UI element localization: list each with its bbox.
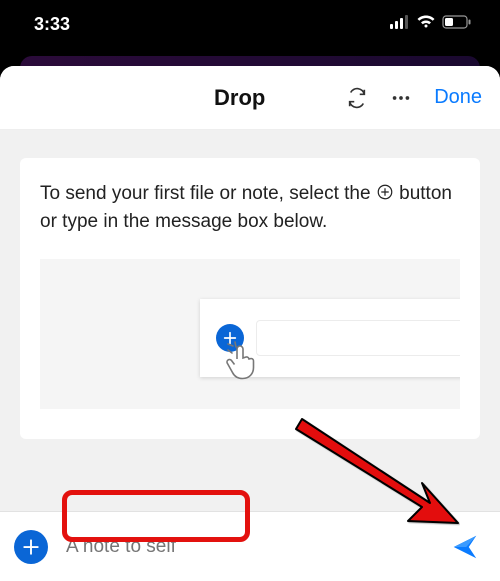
sheet-header: Drop Done: [0, 66, 500, 130]
status-time: 3:33: [34, 14, 70, 35]
modal-sheet: Drop Done To send your first file or not…: [0, 66, 500, 581]
compose-input-wrap[interactable]: [62, 530, 430, 564]
done-button[interactable]: Done: [434, 86, 482, 109]
page-title: Drop: [214, 85, 265, 111]
add-attachment-button[interactable]: [14, 530, 48, 564]
note-input[interactable]: [62, 530, 430, 564]
pointer-hand-icon: [222, 341, 262, 390]
compose-bar: [0, 511, 500, 581]
content-area: To send your first file or note, select …: [0, 130, 500, 511]
sync-icon[interactable]: [346, 87, 368, 109]
battery-icon: [442, 15, 472, 34]
send-button[interactable]: [444, 526, 486, 568]
instruction-text: To send your first file or note, select …: [40, 180, 460, 235]
illustration-input-field: [256, 320, 460, 356]
instruction-text-part1: To send your first file or note, select …: [40, 183, 376, 204]
plus-circle-icon: [376, 183, 394, 201]
onboarding-card: To send your first file or note, select …: [20, 158, 480, 439]
cellular-icon: [390, 15, 410, 34]
wifi-icon: [416, 15, 436, 34]
status-bar: 3:33: [0, 0, 500, 48]
more-icon[interactable]: [390, 87, 412, 109]
onboarding-illustration: [40, 259, 460, 409]
status-icons: [390, 15, 472, 34]
